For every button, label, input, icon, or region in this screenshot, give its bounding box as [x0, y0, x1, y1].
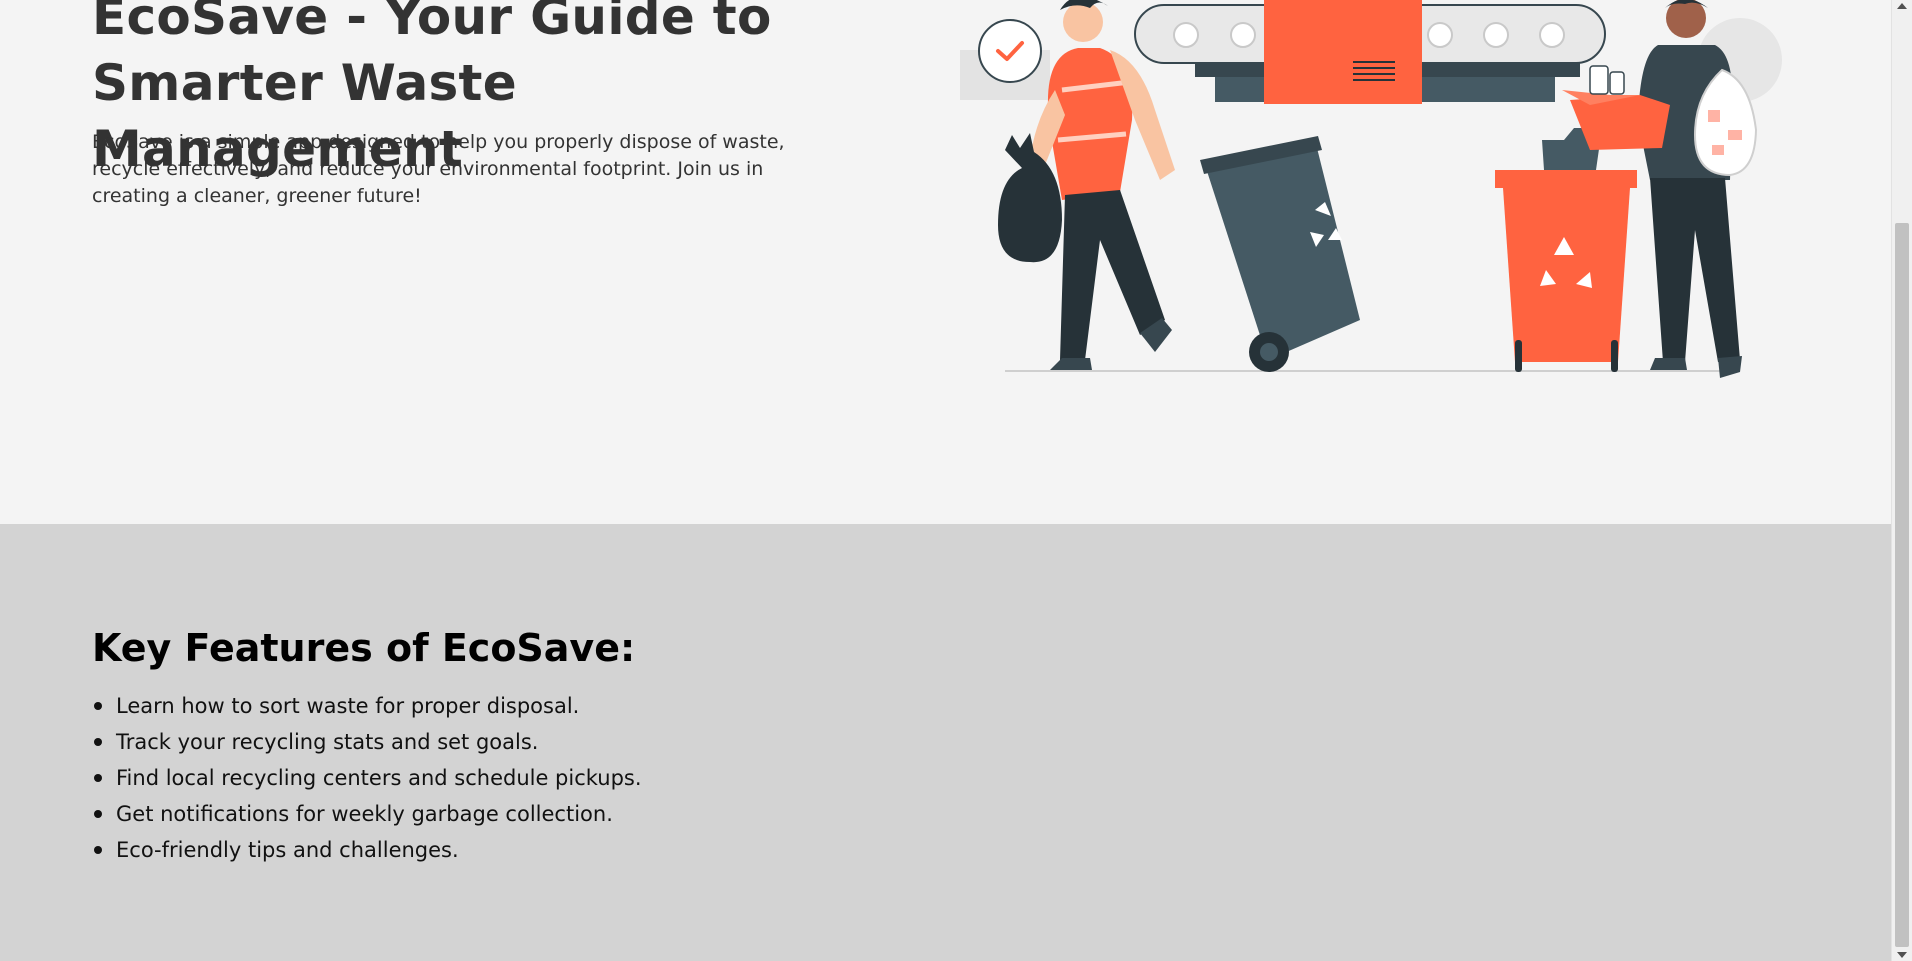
scrollbar-thumb[interactable]: [1895, 223, 1909, 947]
scroll-up-arrow-icon[interactable]: [1897, 3, 1907, 9]
check-icon: [978, 19, 1042, 83]
feature-text: Find local recycling centers and schedul…: [116, 766, 642, 790]
trash-bag-icon: [998, 133, 1062, 263]
bullet-icon: [94, 738, 102, 746]
hero-section: EcoSave - Your Guide to Smarter Waste Ma…: [0, 0, 1892, 524]
page: EcoSave - Your Guide to Smarter Waste Ma…: [0, 0, 1892, 961]
wheelie-bin: [1200, 136, 1360, 372]
feature-item: Track your recycling stats and set goals…: [92, 724, 642, 760]
feature-item: Find local recycling centers and schedul…: [92, 760, 642, 796]
feature-item: Get notifications for weekly garbage col…: [92, 796, 642, 832]
feature-text: Get notifications for weekly garbage col…: [116, 802, 613, 826]
recycling-bin: [1495, 128, 1637, 372]
bullet-icon: [94, 810, 102, 818]
feature-item: Learn how to sort waste for proper dispo…: [92, 688, 642, 724]
feature-item: Eco-friendly tips and challenges.: [92, 832, 642, 868]
bullet-icon: [94, 702, 102, 710]
vertical-scrollbar[interactable]: [1891, 0, 1912, 961]
features-list: Learn how to sort waste for proper dispo…: [92, 688, 642, 868]
cardboard-box-icon: [1264, 0, 1422, 104]
feature-text: Track your recycling stats and set goals…: [116, 730, 539, 754]
hero-description: EcoSave is a simple app designed to help…: [92, 131, 785, 207]
feature-text: Learn how to sort waste for proper dispo…: [116, 694, 580, 718]
features-title: Key Features of EcoSave:: [92, 626, 636, 670]
waste-management-illustration: [960, 0, 1782, 378]
bullet-icon: [94, 846, 102, 854]
features-section: Key Features of EcoSave: Learn how to so…: [0, 524, 1892, 961]
feature-text: Eco-friendly tips and challenges.: [116, 838, 459, 862]
scroll-down-arrow-icon[interactable]: [1897, 952, 1907, 958]
bullet-icon: [94, 774, 102, 782]
